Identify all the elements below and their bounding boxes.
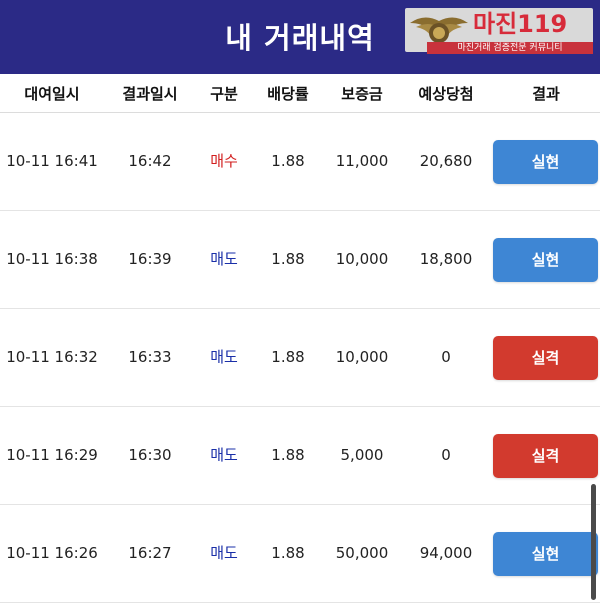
type-cell: 매도 — [210, 446, 238, 464]
table-row: 10-11 16:41 16:42 매수 1.88 11,000 20,680 … — [0, 113, 600, 211]
open-time-cell: 10-11 16:26 — [6, 544, 98, 562]
column-odds: 배당률 — [267, 85, 309, 103]
type-cell: 매수 — [210, 152, 238, 170]
column-result-time: 결과일시 — [122, 85, 178, 103]
expected-cell: 0 — [441, 446, 451, 464]
open-time-cell: 10-11 16:32 — [6, 348, 98, 366]
result-time-cell: 16:27 — [128, 544, 172, 562]
deposit-cell: 10,000 — [335, 348, 389, 366]
deposit-cell: 5,000 — [340, 446, 384, 464]
result-time-cell: 16:42 — [128, 152, 172, 170]
open-time-cell: 10-11 16:29 — [6, 446, 98, 464]
expected-cell: 18,800 — [419, 250, 473, 268]
expected-cell: 20,680 — [419, 152, 473, 170]
scrollbar-thumb[interactable] — [591, 484, 596, 600]
column-deposit: 보증금 — [341, 85, 383, 103]
table-row: 10-11 16:26 16:27 매도 1.88 50,000 94,000 … — [0, 505, 600, 603]
table-row: 10-11 16:29 16:30 매도 1.88 5,000 0 실격 — [0, 407, 600, 505]
result-button[interactable]: 실격 — [493, 336, 598, 380]
result-time-cell: 16:33 — [128, 348, 172, 366]
logo-subtitle: 마진거래 검증전문 커뮤니티 — [427, 42, 593, 54]
table-header: 대여일시 결과일시 구분 배당률 보증금 예상당첨 결과 — [0, 74, 600, 113]
result-time-cell: 16:30 — [128, 446, 172, 464]
site-logo[interactable]: 마진119 마진거래 검증전문 커뮤니티 — [405, 8, 593, 54]
page-header: 내 거래내역 마진119 마진거래 검증전문 커뮤니티 — [0, 0, 600, 74]
odds-cell: 1.88 — [271, 152, 305, 170]
odds-cell: 1.88 — [271, 348, 305, 366]
result-time-cell: 16:39 — [128, 250, 172, 268]
column-open-time: 대여일시 — [24, 85, 80, 103]
odds-cell: 1.88 — [271, 250, 305, 268]
result-button[interactable]: 실현 — [493, 140, 598, 184]
table-row: 10-11 16:38 16:39 매도 1.88 10,000 18,800 … — [0, 211, 600, 309]
type-cell: 매도 — [210, 544, 238, 562]
deposit-cell: 10,000 — [335, 250, 389, 268]
result-button[interactable]: 실현 — [493, 238, 598, 282]
type-cell: 매도 — [210, 250, 238, 268]
column-expected: 예상당첨 — [418, 85, 474, 103]
column-type: 구분 — [210, 85, 238, 103]
table-row: 10-11 16:32 16:33 매도 1.88 10,000 0 실격 — [0, 309, 600, 407]
expected-cell: 0 — [441, 348, 451, 366]
open-time-cell: 10-11 16:38 — [6, 250, 98, 268]
odds-cell: 1.88 — [271, 544, 305, 562]
result-button[interactable]: 실격 — [493, 434, 598, 478]
open-time-cell: 10-11 16:41 — [6, 152, 98, 170]
expected-cell: 94,000 — [419, 544, 473, 562]
type-cell: 매도 — [210, 348, 238, 366]
deposit-cell: 50,000 — [335, 544, 389, 562]
deposit-cell: 11,000 — [335, 152, 389, 170]
odds-cell: 1.88 — [271, 446, 305, 464]
logo-text: 마진119 — [473, 10, 568, 38]
result-button[interactable]: 실현 — [493, 532, 598, 576]
column-result: 결과 — [532, 85, 560, 103]
